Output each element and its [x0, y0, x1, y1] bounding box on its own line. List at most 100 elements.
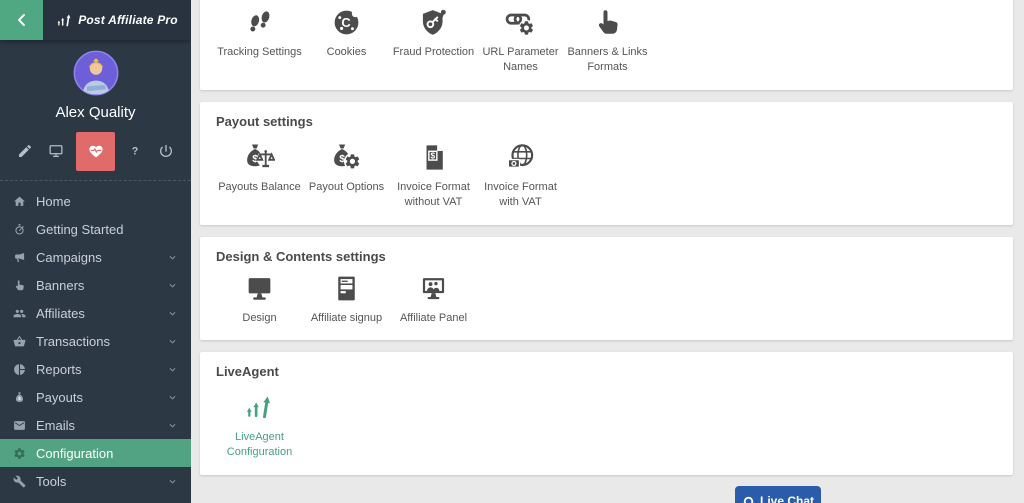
sidebar-item-label: Configuration	[36, 446, 113, 461]
cookie-icon	[331, 7, 362, 38]
power-icon	[158, 143, 174, 159]
tile-liveagent-configuration[interactable]: LiveAgent Configuration	[216, 387, 303, 461]
live-chat-label: Live Chat	[760, 494, 814, 503]
tile-label: Invoice Format without VAT	[390, 180, 477, 211]
collapse-sidebar-button[interactable]	[0, 0, 43, 40]
live-chat-ring-icon	[742, 495, 755, 503]
sidebar-item-payouts[interactable]: Payouts	[0, 383, 191, 411]
tile-banners-links-formats[interactable]: Banners & Links Formats	[564, 2, 651, 76]
question-icon	[127, 143, 143, 159]
live-chat-button[interactable]: Live Chat	[735, 486, 821, 503]
sidebar-item-label: Transactions	[36, 334, 110, 349]
post-affiliate-pro-logo-icon	[56, 12, 73, 29]
sidebar-item-getting-started[interactable]: Getting Started	[0, 215, 191, 243]
card-design-contents-settings: Design & Contents settings Design Affili…	[200, 237, 1013, 340]
tile-design[interactable]: Design	[216, 272, 303, 326]
tile-label: Fraud Protection	[393, 45, 474, 60]
tile-affiliate-signup[interactable]: Affiliate signup	[303, 272, 390, 326]
quick-actions	[0, 131, 191, 171]
sidebar-item-campaigns[interactable]: Campaigns	[0, 243, 191, 271]
link-gear-icon	[505, 7, 536, 38]
sidebar-item-banners[interactable]: Banners	[0, 271, 191, 299]
sidebar-item-affiliates[interactable]: Affiliates	[0, 299, 191, 327]
footprints-icon	[244, 7, 275, 38]
sidebar-item-label: Home	[36, 194, 71, 209]
card-title: Design & Contents settings	[216, 249, 997, 264]
tiles-row: Payouts Balance Payout Options Invoice F…	[216, 137, 997, 211]
chevron-down-icon	[167, 476, 178, 487]
wrench-icon	[13, 475, 26, 488]
tile-cookies[interactable]: Cookies	[303, 2, 390, 76]
user-name: Alex Quality	[0, 104, 191, 121]
main-content: Tracking Settings Cookies Fraud Protecti…	[191, 0, 1024, 503]
tile-url-parameter-names[interactable]: URL Parameter Names	[477, 2, 564, 76]
tile-label: Payouts Balance	[218, 180, 301, 195]
tile-payouts-balance[interactable]: Payouts Balance	[216, 137, 303, 211]
monitor-icon	[244, 273, 275, 304]
users-icon	[13, 307, 26, 320]
tile-label: Affiliate Panel	[400, 311, 467, 326]
sidebar-item-label: Tools	[36, 474, 66, 489]
tile-label: Banners & Links Formats	[564, 45, 651, 76]
edit-profile-button[interactable]	[14, 140, 36, 162]
pencil-icon	[17, 143, 33, 159]
tiles-row: Design Affiliate signup Affiliate Panel	[216, 272, 997, 326]
tile-invoice-format-without-vat[interactable]: Invoice Format without VAT	[390, 137, 477, 211]
chevron-down-icon	[167, 420, 178, 431]
sidebar-divider	[0, 180, 191, 181]
app-window: Post Affiliate Pro Alex Quality	[0, 0, 1024, 503]
card-tracking-settings: Tracking Settings Cookies Fraud Protecti…	[200, 0, 1013, 90]
chevron-down-icon	[167, 308, 178, 319]
health-status-button[interactable]	[76, 132, 115, 171]
card-payout-settings: Payout settings Payouts Balance Payout O…	[200, 102, 1013, 225]
hand-pointer-icon	[13, 279, 26, 292]
monitor-icon	[48, 143, 64, 159]
chevron-left-icon	[13, 11, 31, 29]
sidebar-item-label: Reports	[36, 362, 82, 377]
chevron-down-icon	[167, 336, 178, 347]
profile-section: Alex Quality	[0, 50, 191, 121]
pie-chart-icon	[13, 363, 26, 376]
globe-invoice-icon	[505, 142, 536, 173]
tile-tracking-settings[interactable]: Tracking Settings	[216, 2, 303, 76]
tile-invoice-format-with-vat[interactable]: Invoice Format with VAT	[477, 137, 564, 211]
liveagent-arrows-icon	[244, 392, 275, 423]
card-title: Payout settings	[216, 114, 997, 129]
tile-payout-options[interactable]: Payout Options	[303, 137, 390, 211]
help-button[interactable]	[124, 140, 146, 162]
hand-pointer-icon	[592, 7, 623, 38]
tile-fraud-protection[interactable]: Fraud Protection	[390, 2, 477, 76]
tile-label: Payout Options	[309, 180, 384, 195]
brand-name: Post Affiliate Pro	[78, 13, 178, 27]
display-settings-button[interactable]	[45, 140, 67, 162]
sidebar-item-tools[interactable]: Tools	[0, 467, 191, 495]
tiles-row: LiveAgent Configuration	[216, 387, 997, 461]
card-liveagent: LiveAgent LiveAgent Configuration	[200, 352, 1013, 475]
sidebar-item-home[interactable]: Home	[0, 187, 191, 215]
sidebar-menu: Home Getting Started Campaigns Banners A…	[0, 187, 191, 495]
sidebar-item-reports[interactable]: Reports	[0, 355, 191, 383]
gear-icon	[13, 447, 26, 460]
heartbeat-icon	[87, 142, 105, 160]
tile-label: Tracking Settings	[217, 45, 302, 60]
logout-button[interactable]	[155, 140, 177, 162]
signup-form-icon	[331, 273, 362, 304]
chevron-down-icon	[167, 392, 178, 403]
money-bag-scale-icon	[244, 142, 275, 173]
sidebar-item-emails[interactable]: Emails	[0, 411, 191, 439]
money-bag-icon	[13, 391, 26, 404]
avatar	[73, 50, 119, 96]
sidebar-item-label: Campaigns	[36, 250, 102, 265]
tile-label: Cookies	[327, 45, 367, 60]
card-title: LiveAgent	[216, 364, 997, 379]
invoice-dollar-icon	[418, 142, 449, 173]
sidebar-item-label: Getting Started	[36, 222, 123, 237]
sidebar-header: Post Affiliate Pro	[0, 0, 191, 40]
basket-icon	[13, 335, 26, 348]
sidebar-item-transactions[interactable]: Transactions	[0, 327, 191, 355]
stopwatch-icon	[13, 223, 26, 236]
tile-label: Invoice Format with VAT	[477, 180, 564, 211]
sidebar-item-configuration[interactable]: Configuration	[0, 439, 191, 467]
tile-label: URL Parameter Names	[477, 45, 564, 76]
tile-affiliate-panel[interactable]: Affiliate Panel	[390, 272, 477, 326]
